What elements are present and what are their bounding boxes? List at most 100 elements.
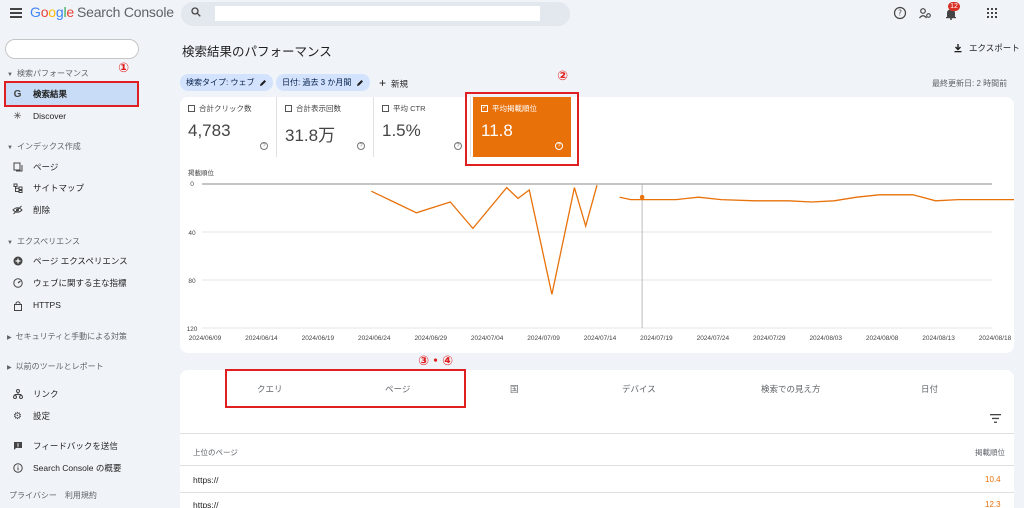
sidebar-item-discover[interactable]: ✳ Discover: [5, 105, 138, 127]
sidebar-item-feedback[interactable]: フィードバックを送信: [5, 435, 138, 457]
sidebar-item-settings[interactable]: ⚙ 設定: [5, 405, 138, 427]
chip-label: 日付: 過去 3 か月間: [282, 78, 352, 87]
x-tick-label: 2024/08/18: [979, 335, 1012, 342]
table-row-url[interactable]: https://: [193, 475, 219, 485]
x-tick-label: 2024/06/19: [302, 335, 335, 342]
metric-total-impressions[interactable]: 合計表示回数 31.8万 ?: [277, 97, 374, 157]
x-tick-label: 2024/07/04: [471, 335, 504, 342]
table-row-value: 10.4: [985, 475, 1001, 484]
table-header-position[interactable]: 掲載順位: [975, 447, 1005, 458]
table-header-top-pages[interactable]: 上位のページ: [193, 447, 238, 458]
sidebar-item-label: Discover: [33, 111, 67, 121]
asterisk-icon: ✳: [13, 110, 22, 122]
speedometer-icon: [12, 278, 23, 289]
lock-icon: [12, 300, 23, 311]
sidebar-item-https[interactable]: HTTPS: [5, 294, 138, 316]
x-tick-label: 2024/08/03: [809, 335, 842, 342]
x-tick-label: 2024/06/14: [245, 335, 278, 342]
date-filter-chip[interactable]: 日付: 過去 3 か月間: [276, 74, 371, 91]
new-filter-button[interactable]: + 新規: [379, 76, 408, 90]
y-tick-label: 0: [190, 181, 194, 188]
apps-grid-icon[interactable]: [985, 6, 999, 20]
metric-average-ctr[interactable]: 平均 CTR 1.5% ?: [374, 97, 471, 157]
tab-countries[interactable]: 国: [510, 383, 519, 395]
sidebar-item-about[interactable]: Search Console の概要: [5, 457, 138, 479]
x-tick-label: 2024/07/19: [640, 335, 673, 342]
export-button[interactable]: エクスポート: [953, 42, 1020, 54]
edit-pencil-icon: [260, 79, 267, 86]
x-tick-label: 2024/07/09: [527, 335, 560, 342]
search-type-filter-chip[interactable]: 検索タイプ: ウェブ: [180, 74, 274, 91]
y-tick-label: 80: [188, 278, 196, 285]
checkbox-icon[interactable]: [285, 105, 292, 112]
sidebar-item-sitemaps[interactable]: サイトマップ: [5, 177, 138, 199]
checkbox-icon[interactable]: [382, 105, 389, 112]
sidebar-item-label: ウェブに関する主な指標: [33, 278, 127, 288]
logo-letter-o2: o: [48, 4, 56, 20]
section-security-manual-actions[interactable]: ▶ セキュリティと手動による対策: [7, 331, 127, 342]
x-tick-label: 2024/08/13: [922, 335, 955, 342]
info-icon: [12, 463, 23, 474]
help-icon[interactable]: ?: [357, 142, 365, 150]
export-label: エクスポート: [969, 43, 1020, 53]
section-search-performance[interactable]: ▼ 検索パフォーマンス: [7, 68, 89, 79]
notification-count-badge: 12: [948, 2, 960, 11]
last-updated-text: 最終更新日: 2 時間前: [932, 79, 1008, 88]
download-icon: [954, 44, 962, 53]
section-label: 以前のツールとレポート: [15, 362, 104, 371]
section-legacy-tools[interactable]: ▶ 以前のツールとレポート: [7, 361, 104, 372]
series-line: [619, 194, 1014, 203]
plus-circle-icon: [12, 256, 23, 267]
section-experience[interactable]: ▼ エクスペリエンス: [7, 236, 80, 247]
logo-letter-G: G: [30, 4, 41, 20]
manage-users-icon[interactable]: [918, 6, 932, 20]
annotation-box-2: [465, 92, 579, 166]
main-menu-button[interactable]: [10, 6, 22, 18]
sidebar-item-pages[interactable]: ページ: [5, 156, 138, 178]
annotation-number-2: ②: [557, 68, 569, 83]
collapse-triangle-icon: ▶: [7, 335, 12, 341]
section-indexing[interactable]: ▼ インデックス作成: [7, 141, 81, 152]
footer-links[interactable]: プライバシー 利用規約: [9, 490, 97, 501]
filter-icon[interactable]: [990, 414, 1001, 423]
section-label: セキュリティと手動による対策: [15, 332, 127, 341]
help-icon[interactable]: ?: [454, 142, 462, 150]
metric-value: 31.8万: [285, 126, 336, 145]
table-divider: [180, 433, 1014, 434]
tab-devices[interactable]: デバイス: [622, 383, 656, 395]
tab-dates[interactable]: 日付: [921, 383, 938, 395]
logo-letter-e: e: [66, 4, 74, 20]
chip-label: 検索タイプ: ウェブ: [186, 78, 255, 87]
sidebar-item-page-experience[interactable]: ページ エクスペリエンス: [5, 250, 138, 272]
metric-value: 4,783: [188, 121, 231, 140]
x-tick-label: 2024/07/14: [584, 335, 617, 342]
expand-triangle-icon: ▼: [7, 240, 13, 246]
help-icon[interactable]: ?: [260, 142, 268, 150]
sidebar-item-removals[interactable]: 削除: [5, 199, 138, 221]
collapse-triangle-icon: ▶: [7, 365, 12, 371]
table-divider: [180, 492, 1014, 493]
page-title: 検索結果のパフォーマンス: [182, 45, 332, 59]
sidebar-item-label: ページ: [33, 162, 59, 172]
search-icon[interactable]: [191, 7, 201, 17]
table-row-url[interactable]: https://: [193, 500, 219, 508]
tab-search-appearance[interactable]: 検索での見え方: [761, 383, 821, 395]
checkbox-icon[interactable]: [188, 105, 195, 112]
x-tick-label: 2024/08/08: [866, 335, 899, 342]
property-selector[interactable]: [5, 39, 139, 59]
app-logo[interactable]: Google Search Console: [30, 4, 174, 20]
search-input[interactable]: [215, 6, 540, 21]
sidebar-item-core-web-vitals[interactable]: ウェブに関する主な指標: [5, 272, 138, 294]
sidebar-item-label: 削除: [33, 205, 51, 215]
table-divider: [180, 465, 1014, 466]
annotation-box-1: [4, 81, 139, 107]
metric-total-clicks[interactable]: 合計クリック数 4,783 ?: [180, 97, 277, 157]
plus-icon: +: [379, 76, 387, 90]
metric-label: 合計表示回数: [296, 104, 341, 113]
section-label: 検索パフォーマンス: [16, 69, 89, 78]
eye-off-icon: [12, 205, 23, 216]
metric-label: 合計クリック数: [199, 104, 252, 113]
help-icon[interactable]: ?: [893, 6, 907, 20]
logo-product-name: Search Console: [77, 4, 174, 20]
sidebar-item-links[interactable]: リンク: [5, 383, 138, 405]
